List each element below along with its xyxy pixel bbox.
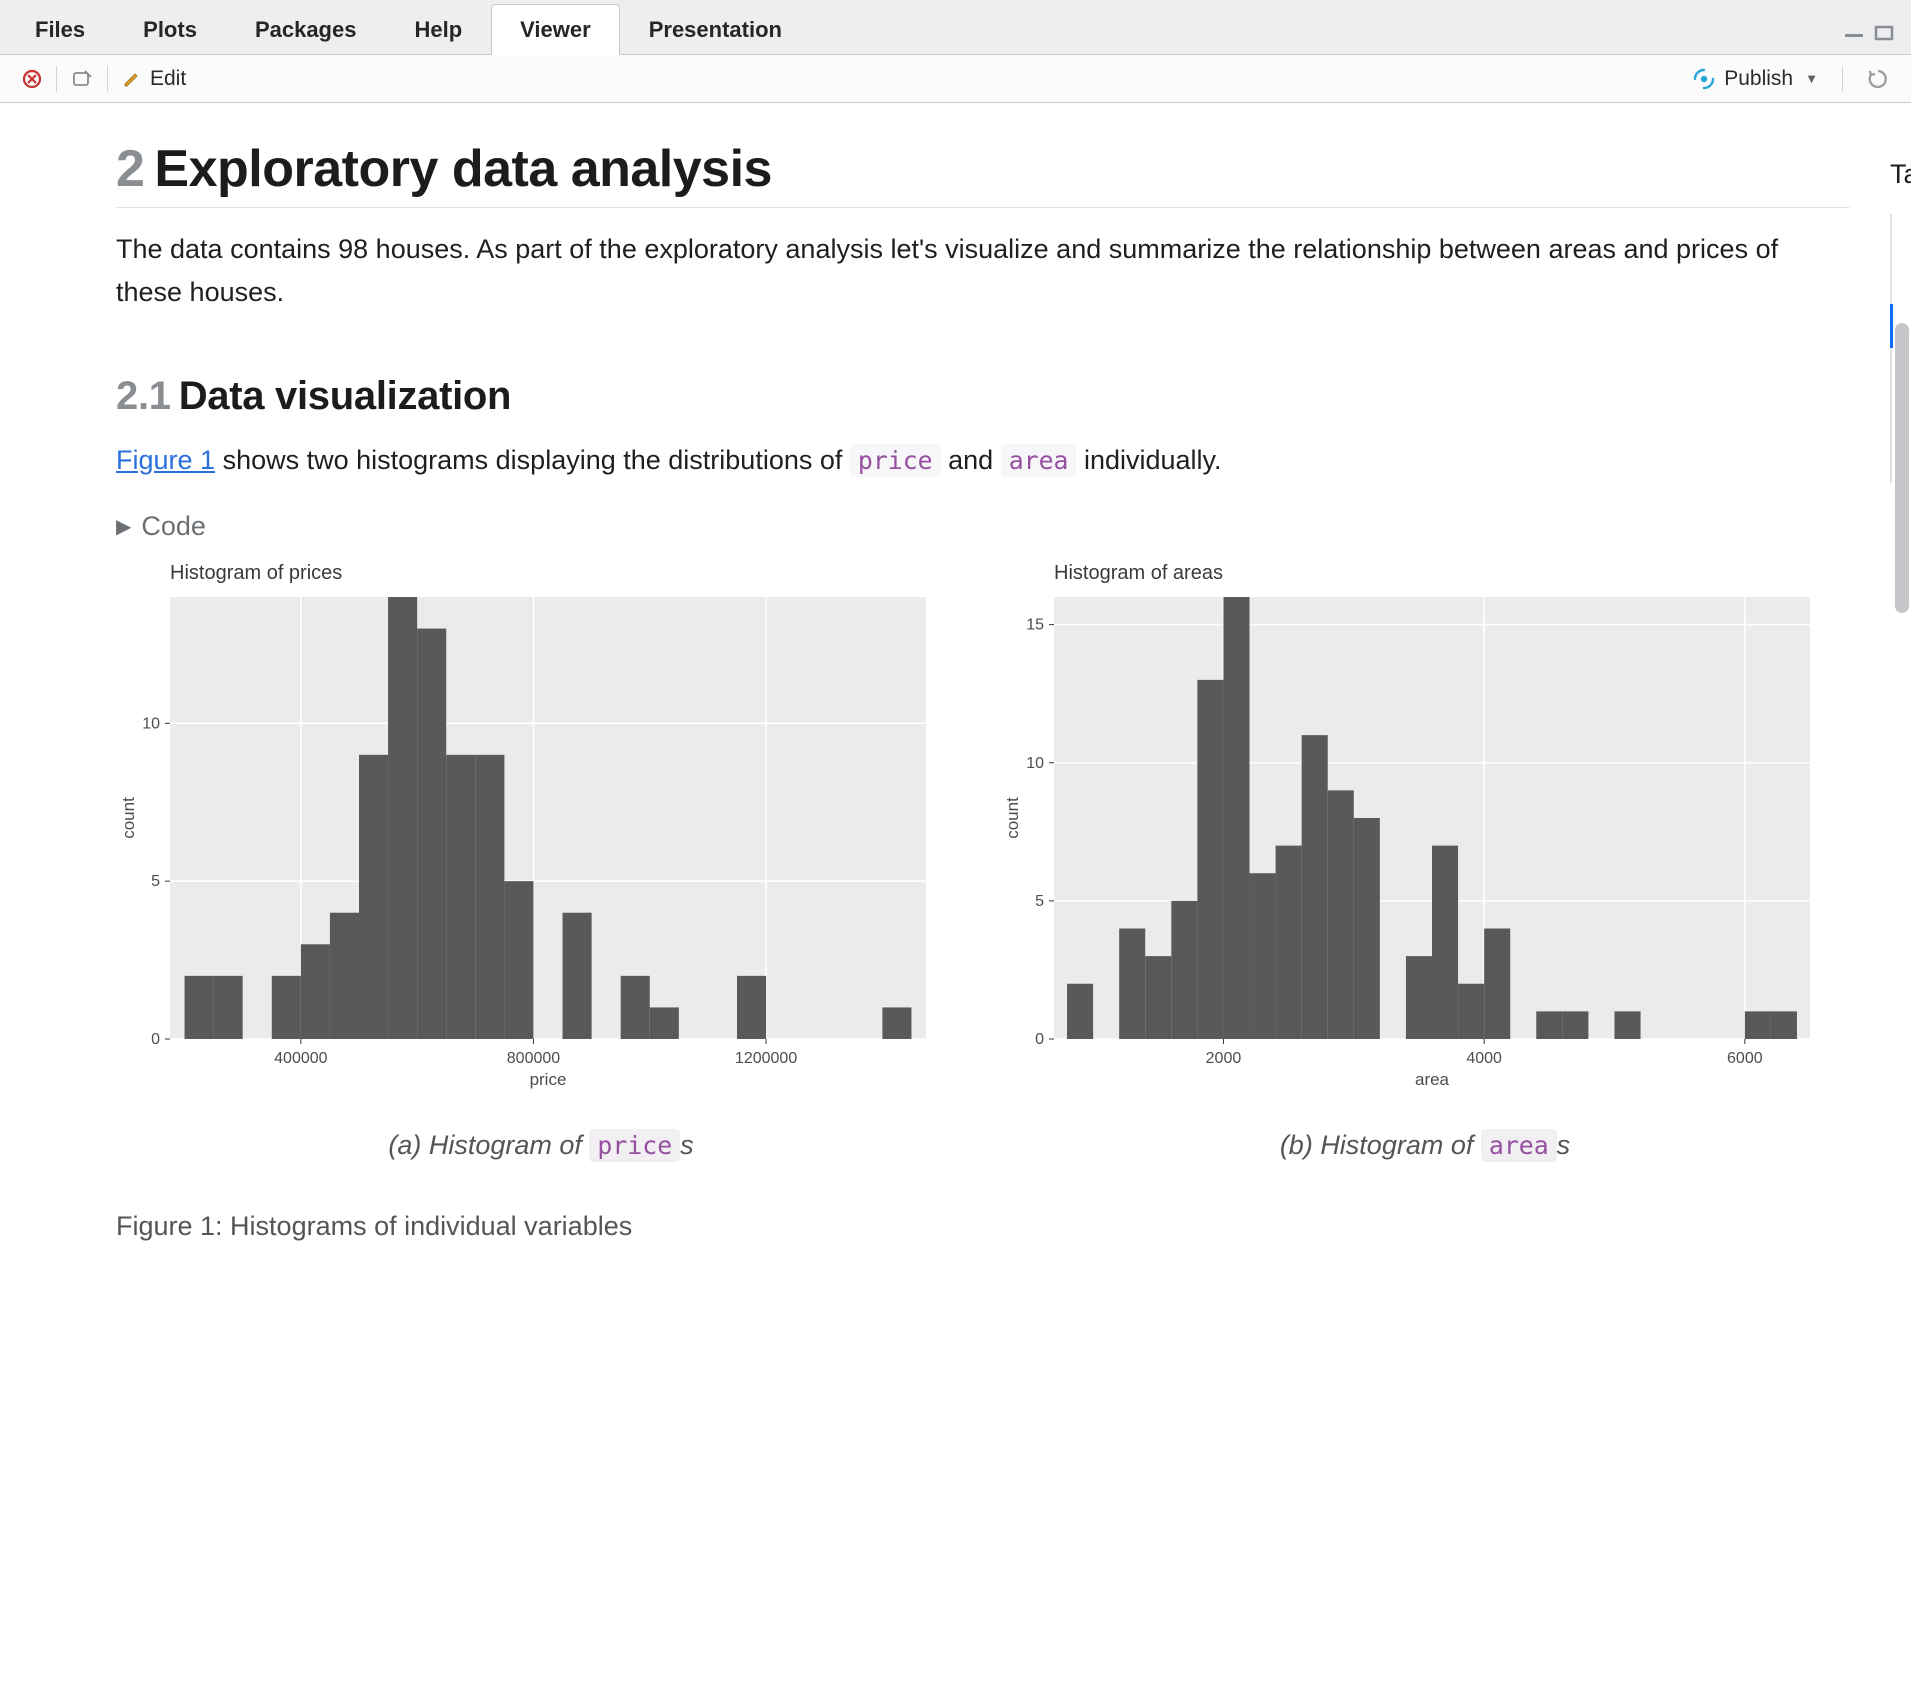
subcaption-a: (a) Histogram of prices	[116, 1130, 966, 1161]
tab-viewer[interactable]: Viewer	[491, 4, 620, 55]
svg-text:price: price	[530, 1070, 567, 1089]
pencil-icon	[122, 69, 142, 89]
figure-caption: Figure 1: Histograms of individual varia…	[116, 1211, 1850, 1242]
histogram-price-plot: 0 5 10 400000 800000 1200000 price count	[116, 591, 936, 1091]
pane-tab-strip: FilesPlotsPackagesHelpViewerPresentation	[0, 0, 1911, 55]
refresh-icon	[1867, 68, 1889, 90]
tab-packages[interactable]: Packages	[226, 4, 386, 55]
tab-plots[interactable]: Plots	[114, 4, 226, 55]
panel-b-title: Histogram of areas	[1054, 562, 1850, 585]
code-fold-toggle[interactable]: ▶ Code	[116, 511, 1850, 542]
publish-button[interactable]: Publish ▼	[1684, 63, 1826, 95]
separator	[107, 66, 108, 92]
figure-reference-paragraph: Figure 1 shows two histograms displaying…	[116, 439, 1850, 482]
intro-paragraph: The data contains 98 houses. As part of …	[116, 228, 1850, 314]
triangle-right-icon: ▶	[116, 514, 131, 539]
panel-a-title: Histogram of prices	[170, 562, 966, 585]
subsection-heading: 2.1Data visualization	[116, 374, 1850, 419]
refresh-button[interactable]	[1859, 64, 1897, 94]
tab-files[interactable]: Files	[6, 4, 114, 55]
svg-text:5: 5	[151, 873, 160, 890]
stop-button[interactable]	[14, 65, 50, 93]
figure-link[interactable]: Figure 1	[116, 445, 215, 475]
svg-text:4000: 4000	[1466, 1050, 1502, 1067]
subsection-number: 2.1	[116, 374, 171, 418]
toc-heading: Table of contents	[1890, 159, 1911, 190]
figure-panel-b: Histogram of areas 0 5 10 15 2000 4000 6000 are…	[1000, 562, 1850, 1161]
document-body: 2Exploratory data analysis The data cont…	[116, 139, 1850, 1684]
code-price: price	[850, 444, 941, 477]
svg-text:5: 5	[1035, 892, 1044, 909]
subsection-title: Data visualization	[179, 374, 511, 418]
publish-icon	[1692, 67, 1716, 91]
scrollbar-thumb[interactable]	[1895, 323, 1909, 613]
svg-text:10: 10	[142, 715, 160, 732]
histogram-area-plot: 0 5 10 15 2000 4000 6000 area count	[1000, 591, 1820, 1091]
section-heading: 2Exploratory data analysis	[116, 139, 1850, 208]
svg-text:10: 10	[1026, 754, 1044, 771]
pane-window-controls	[1843, 24, 1897, 44]
svg-text:1200000: 1200000	[735, 1050, 797, 1067]
svg-text:6000: 6000	[1727, 1050, 1763, 1067]
edit-button[interactable]: Edit	[114, 63, 194, 95]
svg-text:0: 0	[1035, 1031, 1044, 1048]
svg-text:2000: 2000	[1206, 1050, 1242, 1067]
section-title: Exploratory data analysis	[154, 140, 772, 198]
rstudio-viewer-pane: FilesPlotsPackagesHelpViewerPresentation…	[0, 0, 1911, 1684]
svg-text:15: 15	[1026, 616, 1044, 633]
edit-label: Edit	[150, 67, 186, 91]
publish-label: Publish	[1724, 67, 1793, 91]
separator	[56, 66, 57, 92]
minimize-pane-icon[interactable]	[1843, 24, 1867, 44]
section-number: 2	[116, 140, 144, 198]
svg-text:count: count	[1003, 796, 1022, 838]
viewer-toolbar: Edit Publish ▼	[0, 55, 1911, 103]
toc-item[interactable]: 2 Exploratory data analysis	[1892, 259, 1911, 304]
code-fold-label: Code	[141, 511, 206, 542]
tab-presentation[interactable]: Presentation	[620, 4, 811, 55]
svg-text:0: 0	[151, 1031, 160, 1048]
svg-text:count: count	[119, 796, 138, 838]
svg-text:800000: 800000	[507, 1050, 560, 1067]
svg-text:400000: 400000	[274, 1050, 327, 1067]
figure-panel-row: Histogram of prices 0 5 10 400000 800000 1200…	[116, 562, 1850, 1161]
dropdown-caret-icon: ▼	[1805, 71, 1818, 86]
maximize-pane-icon[interactable]	[1873, 24, 1897, 44]
tab-help[interactable]: Help	[385, 4, 491, 55]
toolbar-right-group: Publish ▼	[1684, 63, 1897, 95]
clear-viewer-button[interactable]	[63, 65, 101, 93]
subcaption-b: (b) Histogram of areas	[1000, 1130, 1850, 1161]
separator	[1842, 66, 1843, 92]
figure-panel-a: Histogram of prices 0 5 10 400000 800000 1200…	[116, 562, 966, 1161]
code-area: area	[1001, 444, 1077, 477]
viewer-content: 2Exploratory data analysis The data cont…	[0, 103, 1911, 1684]
toc-item[interactable]: 1 Introduction	[1892, 214, 1911, 259]
svg-text:area: area	[1415, 1070, 1450, 1089]
